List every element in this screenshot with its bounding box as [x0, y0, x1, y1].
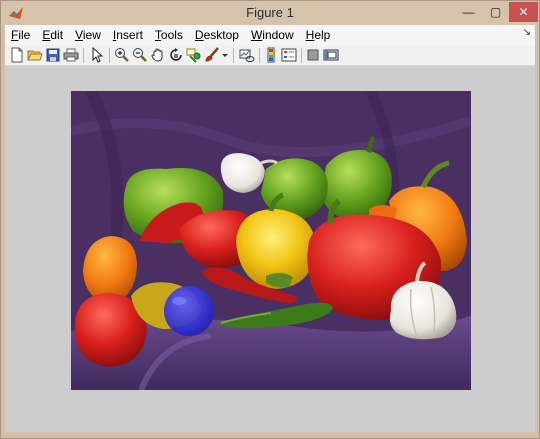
- save-icon[interactable]: [45, 47, 61, 63]
- close-button[interactable]: ✕: [509, 2, 538, 22]
- hide-plot-tools-icon[interactable]: [305, 47, 321, 63]
- brush-icon[interactable]: [204, 47, 220, 63]
- zoom-in-icon[interactable]: [114, 47, 130, 63]
- menu-bar: File Edit View Insert Tools Desktop Wind…: [5, 25, 535, 45]
- insert-legend-icon[interactable]: [281, 47, 297, 63]
- figure-toolbar: [5, 45, 535, 66]
- data-cursor-icon[interactable]: [186, 47, 202, 63]
- maximize-button[interactable]: ▢: [482, 2, 509, 22]
- toolbar-separator: [233, 48, 234, 63]
- toolbar-separator: [301, 48, 302, 63]
- rotate-3d-icon[interactable]: [168, 47, 184, 63]
- blue-marker-overlay: [164, 286, 214, 336]
- menu-insert[interactable]: Insert: [107, 25, 149, 45]
- peppers-image[interactable]: [71, 91, 471, 390]
- menu-window[interactable]: Window: [245, 25, 300, 45]
- minimize-button[interactable]: —: [455, 2, 482, 22]
- edit-plot-icon[interactable]: [89, 46, 105, 63]
- brush-dropdown-chevron-down-icon[interactable]: [221, 47, 229, 63]
- menu-help[interactable]: Help: [300, 25, 337, 45]
- menu-overflow-arrow-icon[interactable]: ↘: [523, 27, 531, 38]
- show-plot-tools-icon[interactable]: [323, 47, 339, 63]
- toolbar-separator: [109, 48, 110, 63]
- open-file-icon[interactable]: [27, 47, 43, 63]
- pan-icon[interactable]: [150, 47, 166, 63]
- menu-view[interactable]: View: [69, 25, 107, 45]
- menu-edit[interactable]: Edit: [36, 25, 69, 45]
- toolbar-separator: [259, 48, 260, 63]
- title-bar[interactable]: Figure 1 — ▢ ✕: [1, 1, 539, 25]
- toolbar-separator: [83, 48, 84, 63]
- figure-canvas[interactable]: [5, 66, 535, 432]
- figure-window: Figure 1 — ▢ ✕ File Edit View Insert Too…: [0, 0, 540, 439]
- zoom-out-icon[interactable]: [132, 47, 148, 63]
- print-icon[interactable]: [63, 47, 79, 63]
- new-figure-icon[interactable]: [9, 47, 25, 63]
- menu-tools[interactable]: Tools: [149, 25, 189, 45]
- menu-desktop[interactable]: Desktop: [189, 25, 245, 45]
- menu-file[interactable]: File: [5, 25, 36, 45]
- insert-colorbar-icon[interactable]: [263, 47, 279, 63]
- link-plot-icon[interactable]: [239, 47, 255, 63]
